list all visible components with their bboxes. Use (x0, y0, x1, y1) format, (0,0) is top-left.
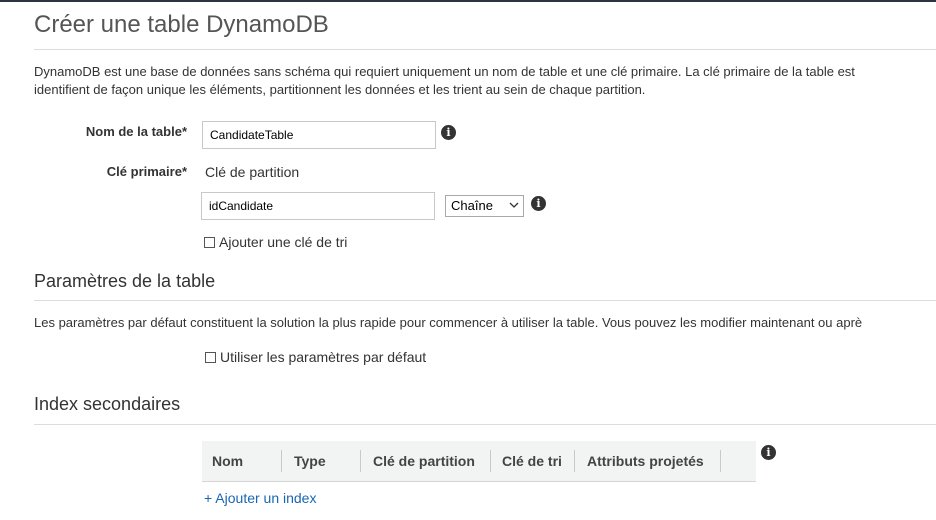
column-separator (720, 450, 721, 472)
chevron-down-icon (509, 202, 519, 208)
info-icon[interactable]: i (531, 196, 546, 211)
column-separator (490, 450, 491, 472)
info-icon[interactable]: i (761, 445, 776, 460)
secondary-indexes-table-header: Nom Type Clé de partition Clé de tri Att… (202, 441, 756, 482)
page-description-line1: DynamoDB est une base de données sans sc… (34, 64, 855, 79)
table-settings-title: Paramètres de la table (34, 271, 216, 291)
column-header-partition-key[interactable]: Clé de partition (373, 441, 475, 481)
column-separator (574, 450, 575, 472)
add-sort-key-label: Ajouter une clé de tri (219, 234, 348, 250)
table-name-input[interactable] (202, 121, 436, 149)
secondary-indexes-divider (34, 424, 936, 425)
add-sort-key-checkbox[interactable] (204, 236, 215, 248)
add-sort-key-option[interactable]: Ajouter une clé de tri (204, 234, 347, 250)
table-settings-divider (34, 300, 936, 301)
top-border (0, 0, 936, 2)
secondary-indexes-title: Index secondaires (34, 394, 181, 414)
use-defaults-option[interactable]: Utiliser les paramètres par défaut (205, 349, 426, 365)
add-index-link[interactable]: + Ajouter un index (204, 490, 316, 506)
partition-key-type-select[interactable]: Chaîne (445, 195, 524, 217)
use-defaults-checkbox[interactable] (205, 351, 216, 363)
column-header-projected-attributes[interactable]: Attributs projetés (587, 441, 704, 481)
column-header-type[interactable]: Type (294, 441, 326, 481)
page-title: Créer une table DynamoDB (34, 11, 329, 38)
page-description-line2: identifient de façon unique les éléments… (34, 82, 646, 97)
use-defaults-label: Utiliser les paramètres par défaut (220, 349, 427, 365)
partition-key-label: Clé de partition (205, 164, 300, 180)
partition-key-type-value: Chaîne (451, 198, 493, 213)
column-separator (281, 450, 282, 472)
column-header-sort-key[interactable]: Clé de tri (502, 441, 562, 481)
table-name-label: Nom de la table* (85, 124, 187, 139)
table-settings-description: Les paramètres par défaut constituent la… (34, 315, 863, 330)
primary-key-label: Clé primaire* (106, 164, 187, 179)
info-icon[interactable]: i (441, 125, 456, 140)
column-separator (360, 450, 361, 472)
column-header-name[interactable]: Nom (212, 441, 243, 481)
partition-key-input[interactable] (201, 192, 435, 220)
title-divider (34, 49, 936, 50)
